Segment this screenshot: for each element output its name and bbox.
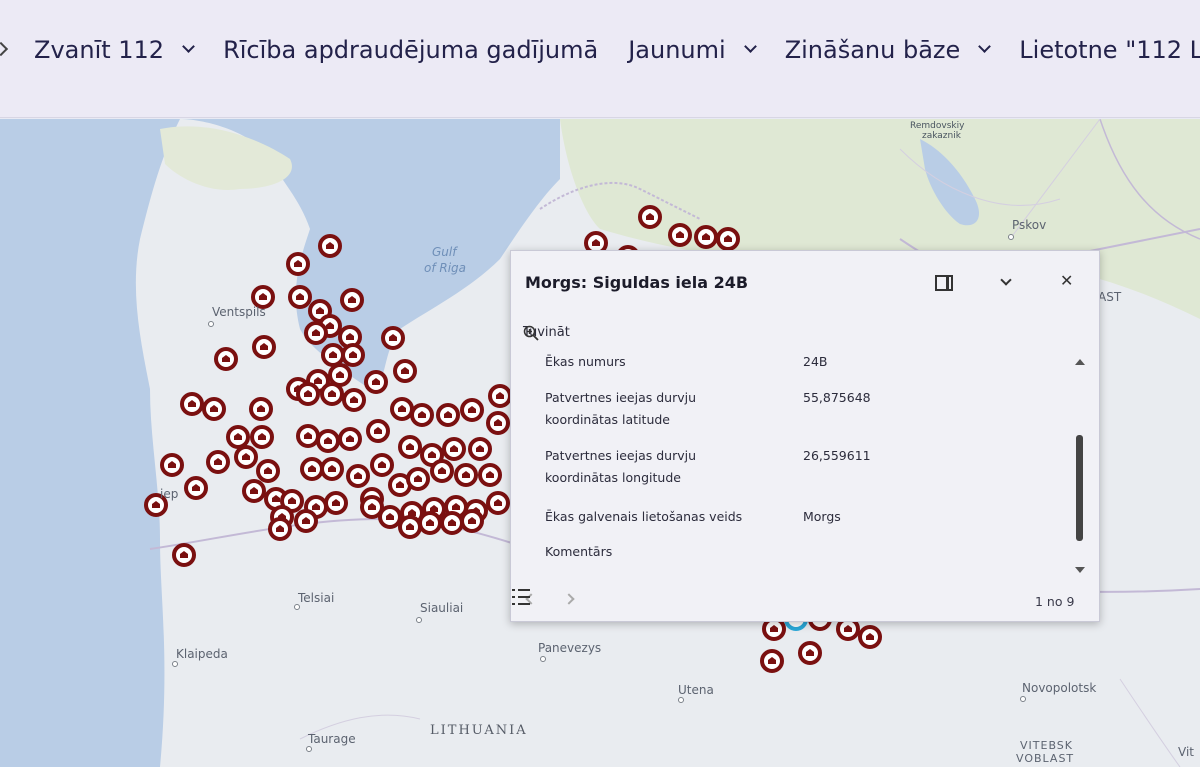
chevron-down-icon <box>978 40 992 53</box>
feature-popup: Morgs: Siguldas iela 24B ✕ Tuvināt Ēkas … <box>510 250 1100 622</box>
scroll-down-icon[interactable] <box>1075 567 1085 573</box>
attribute-key: Ēkas galvenais lietošanas veids <box>545 509 743 524</box>
place-vit: Vit <box>1178 745 1194 759</box>
place-remdovskiy-1: Remdovskiy <box>910 121 965 131</box>
close-icon[interactable]: ✕ <box>1060 273 1073 289</box>
city-dot <box>540 656 546 662</box>
list-icon[interactable] <box>511 587 533 607</box>
attribute-key: Komentārs <box>545 544 613 559</box>
place-liepaja: iep <box>160 487 179 501</box>
chevron-down-icon <box>743 40 757 53</box>
place-remdovskiy-2: zakaznik <box>922 131 961 141</box>
nav-item-label: Zvanīt 112 <box>34 35 165 64</box>
place-ventspils: Ventspils <box>212 305 266 319</box>
place-panevezys: Panevezys <box>538 641 602 655</box>
place-vitebsk-2: VOBLAST <box>1016 752 1075 765</box>
nav-item-zinasanu-baze[interactable]: Zināšanu bāze <box>784 35 992 64</box>
attribute-key: Ēkas numurs <box>545 354 626 369</box>
scroll-up-icon[interactable] <box>1075 359 1085 365</box>
chevron-left-icon[interactable] <box>0 41 9 57</box>
place-telsiai: Telsiai <box>298 591 335 605</box>
zoom-in-icon <box>523 325 539 341</box>
attribute-key: Patvertnes ieejas durvju koordinātas lat… <box>545 390 697 427</box>
nav-item-label: Lietotne "112 La <box>1019 35 1200 64</box>
zoom-to-button[interactable]: Tuvināt <box>523 325 570 341</box>
nav-item-riciba[interactable]: Rīcība apdraudējuma gadījumā <box>223 36 598 64</box>
place-klaipeda: Klaipeda <box>176 647 228 661</box>
scroll-thumb[interactable] <box>1076 435 1083 541</box>
place-novopolotsk: Novopolotsk <box>1022 681 1097 695</box>
city-dot <box>1008 234 1014 240</box>
attribute-key: Patvertnes ieejas durvju koordinātas lon… <box>545 448 697 485</box>
feature-count: 1 no 9 <box>1035 594 1075 609</box>
popup-scrollbar[interactable] <box>1074 355 1086 577</box>
nav-item-label: Jaunumi <box>628 35 726 64</box>
nav-item-zvanit-112[interactable]: Zvanīt 112 <box>34 35 195 64</box>
country-lithuania: LITHUANIA <box>430 723 528 738</box>
place-siauliai: Siauliai <box>420 601 464 615</box>
city-dot <box>172 661 178 667</box>
popup-footer: 1 no 9 <box>511 587 1099 621</box>
place-pskov: Pskov <box>1012 218 1047 232</box>
nav-item-label: Rīcība apdraudējuma gadījumā <box>223 35 599 64</box>
nav-item-lietotne[interactable]: Lietotne "112 La <box>1019 36 1200 64</box>
attribute-value: 55,875648 <box>803 390 871 405</box>
nav-item-jaunumi[interactable]: Jaunumi <box>628 35 757 64</box>
dock-icon[interactable] <box>935 275 953 291</box>
city-dot <box>1020 696 1026 702</box>
city-dot <box>678 697 684 703</box>
top-navigation: Zvanīt 112 Rīcība apdraudējuma gadījumā … <box>0 0 1200 118</box>
next-feature-button[interactable] <box>563 593 575 605</box>
gulf-label-1: Gulf <box>432 245 457 259</box>
chevron-down-icon <box>182 40 195 53</box>
chevron-down-icon[interactable] <box>1000 274 1012 286</box>
city-dot <box>306 746 312 752</box>
attribute-value: 26,559611 <box>803 448 871 463</box>
city-dot <box>208 321 214 327</box>
place-vitebsk-1: VITEBSK <box>1020 739 1073 752</box>
attribute-value: 24B <box>803 354 828 369</box>
baltic-sea <box>0 119 180 767</box>
map-view[interactable]: Gulf of Riga Ventspils iep Telsiai Siaul… <box>0 119 1200 767</box>
popup-title: Morgs: Siguldas iela 24B <box>525 273 749 292</box>
city-dot <box>294 604 300 610</box>
place-taurage: Taurage <box>308 732 356 746</box>
city-dot <box>416 617 422 623</box>
road <box>1119 678 1181 767</box>
place-east: AST <box>1098 290 1122 304</box>
place-utena: Utena <box>678 683 714 697</box>
nav-item-label: Zināšanu bāze <box>784 35 961 64</box>
gulf-label-2: of Riga <box>424 261 467 275</box>
attribute-value: Morgs <box>803 509 841 524</box>
